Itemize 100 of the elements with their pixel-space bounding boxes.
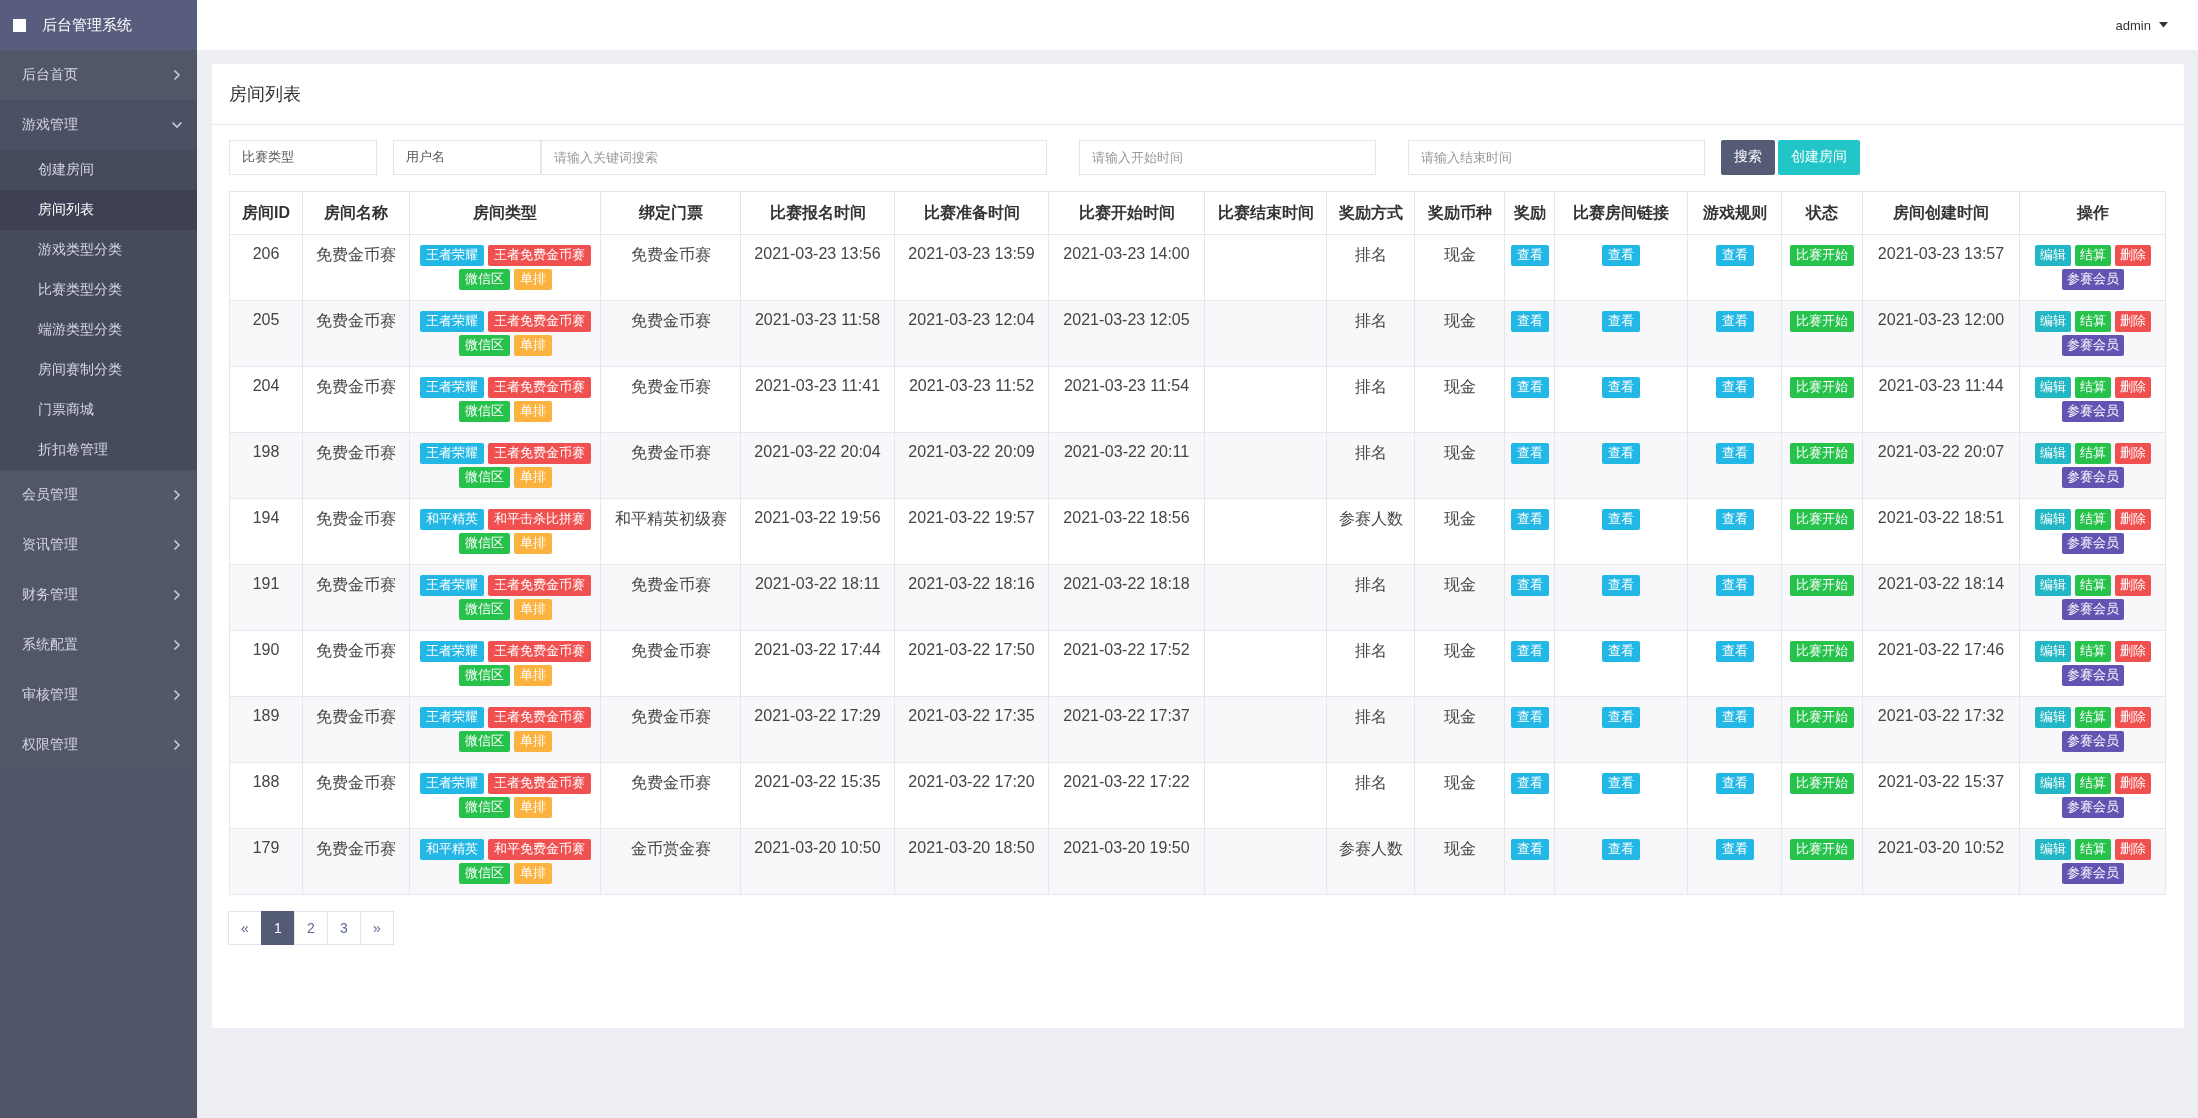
action-button[interactable]: 编辑 — [2034, 707, 2071, 728]
nav-subitem[interactable]: 端游类型分类 — [0, 310, 197, 350]
action-button[interactable]: 编辑 — [2034, 311, 2071, 332]
view-button[interactable]: 查看 — [1510, 839, 1549, 860]
action-button[interactable]: 删除 — [2114, 707, 2151, 728]
view-button[interactable]: 查看 — [1715, 773, 1754, 794]
action-button[interactable]: 结算 — [2074, 443, 2111, 464]
nav-subitem[interactable]: 创建房间 — [0, 150, 197, 190]
action-button[interactable]: 编辑 — [2034, 377, 2071, 398]
action-button[interactable]: 删除 — [2114, 245, 2151, 266]
view-button[interactable]: 查看 — [1602, 311, 1640, 332]
tag: 单排 — [513, 335, 552, 356]
table-cell: 免费金币赛 — [600, 300, 741, 367]
view-button[interactable]: 查看 — [1602, 377, 1640, 398]
action-button[interactable]: 删除 — [2114, 443, 2151, 464]
action-button[interactable]: 删除 — [2114, 641, 2151, 662]
view-button[interactable]: 查看 — [1602, 839, 1640, 860]
action-button[interactable]: 参赛会员 — [2061, 731, 2124, 752]
nav-subitem[interactable]: 游戏类型分类 — [0, 230, 197, 270]
action-button[interactable]: 编辑 — [2034, 245, 2071, 266]
view-button[interactable]: 查看 — [1715, 575, 1754, 596]
create-room-button[interactable]: 创建房间 — [1778, 139, 1860, 175]
action-button[interactable]: 编辑 — [2034, 443, 2071, 464]
table-cell: 189 — [229, 696, 303, 763]
chevron-icon — [173, 739, 181, 751]
page-button[interactable]: 3 — [327, 911, 361, 945]
action-button[interactable]: 删除 — [2114, 509, 2151, 530]
keyword-field[interactable]: 请输入关键词搜索 — [541, 139, 1047, 175]
action-button[interactable]: 删除 — [2114, 311, 2151, 332]
view-button[interactable]: 查看 — [1715, 509, 1754, 530]
action-button[interactable]: 参赛会员 — [2061, 797, 2124, 818]
action-button[interactable]: 删除 — [2114, 839, 2151, 860]
page-button[interactable]: 1 — [261, 911, 295, 945]
action-button[interactable]: 参赛会员 — [2061, 533, 2124, 554]
action-button[interactable]: 参赛会员 — [2061, 401, 2124, 422]
chevron-icon — [173, 589, 181, 601]
action-button[interactable]: 参赛会员 — [2061, 335, 2124, 356]
view-button[interactable]: 查看 — [1715, 245, 1754, 266]
view-button[interactable]: 查看 — [1510, 641, 1549, 662]
view-button[interactable]: 查看 — [1715, 839, 1754, 860]
action-button[interactable]: 结算 — [2074, 839, 2111, 860]
nav-subitem[interactable]: 房间赛制分类 — [0, 350, 197, 390]
action-button[interactable]: 编辑 — [2034, 641, 2071, 662]
action-button[interactable]: 结算 — [2074, 377, 2111, 398]
view-button[interactable]: 查看 — [1715, 707, 1754, 728]
view-button[interactable]: 查看 — [1510, 443, 1549, 464]
view-button[interactable]: 查看 — [1602, 641, 1640, 662]
view-button[interactable]: 查看 — [1602, 773, 1640, 794]
nav-item[interactable]: 游戏管理 — [0, 100, 197, 150]
action-button[interactable]: 编辑 — [2034, 773, 2071, 794]
view-button[interactable]: 查看 — [1510, 707, 1549, 728]
action-button[interactable]: 编辑 — [2034, 509, 2071, 530]
view-button[interactable]: 查看 — [1602, 707, 1640, 728]
action-button[interactable]: 参赛会员 — [2061, 269, 2124, 290]
action-button[interactable]: 删除 — [2114, 377, 2151, 398]
column-header: 比赛房间链接 — [1554, 191, 1688, 235]
table-cell: 免费金币赛 — [302, 366, 410, 433]
tag: 单排 — [513, 797, 552, 818]
action-button[interactable]: 结算 — [2074, 773, 2111, 794]
view-button[interactable]: 查看 — [1510, 311, 1549, 332]
table-cell: 179 — [229, 828, 303, 895]
field-select[interactable]: 用户名 — [393, 139, 541, 175]
view-button[interactable]: 查看 — [1510, 377, 1549, 398]
nav-subitem[interactable]: 比赛类型分类 — [0, 270, 197, 310]
nav-subitem[interactable]: 房间列表 — [0, 190, 197, 230]
action-button[interactable]: 编辑 — [2034, 839, 2071, 860]
view-button[interactable]: 查看 — [1602, 575, 1640, 596]
view-button[interactable]: 查看 — [1715, 641, 1754, 662]
action-button[interactable]: 结算 — [2074, 245, 2111, 266]
match-type-select[interactable]: 比赛类型 — [229, 139, 377, 175]
action-button[interactable]: 参赛会员 — [2061, 863, 2124, 884]
action-button[interactable]: 结算 — [2074, 641, 2111, 662]
search-button[interactable]: 搜索 — [1721, 139, 1775, 175]
next-page-button[interactable]: » — [360, 911, 394, 945]
nav-subitem[interactable]: 门票商城 — [0, 390, 197, 430]
action-button[interactable]: 参赛会员 — [2061, 665, 2124, 686]
start-time-field[interactable]: 请输入开始时间 — [1079, 139, 1376, 175]
action-button[interactable]: 结算 — [2074, 509, 2111, 530]
view-button[interactable]: 查看 — [1715, 443, 1754, 464]
action-button[interactable]: 参赛会员 — [2061, 467, 2124, 488]
view-button[interactable]: 查看 — [1715, 377, 1754, 398]
view-button[interactable]: 查看 — [1602, 509, 1640, 530]
action-button[interactable]: 删除 — [2114, 575, 2151, 596]
view-button[interactable]: 查看 — [1602, 245, 1640, 266]
action-button[interactable]: 结算 — [2074, 311, 2111, 332]
action-button[interactable]: 结算 — [2074, 707, 2111, 728]
action-button[interactable]: 参赛会员 — [2061, 599, 2124, 620]
end-time-field[interactable]: 请输入结束时间 — [1408, 139, 1705, 175]
view-button[interactable]: 查看 — [1510, 245, 1549, 266]
view-button[interactable]: 查看 — [1715, 311, 1754, 332]
view-button[interactable]: 查看 — [1510, 773, 1549, 794]
view-button[interactable]: 查看 — [1602, 443, 1640, 464]
action-button[interactable]: 编辑 — [2034, 575, 2071, 596]
view-button[interactable]: 查看 — [1510, 575, 1549, 596]
action-button[interactable]: 结算 — [2074, 575, 2111, 596]
action-button[interactable]: 删除 — [2114, 773, 2151, 794]
page-button[interactable]: 2 — [294, 911, 328, 945]
user-menu[interactable]: admin — [2115, 17, 2168, 33]
view-button[interactable]: 查看 — [1510, 509, 1549, 530]
nav-subitem[interactable]: 折扣卷管理 — [0, 430, 197, 470]
